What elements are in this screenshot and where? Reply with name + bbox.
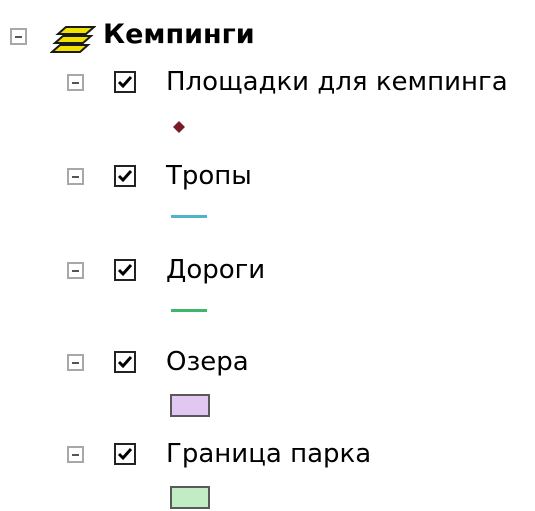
- diamond-marker-icon: [172, 120, 186, 139]
- group-collapse-button[interactable]: [10, 28, 27, 45]
- polygon-swatch-icon: [170, 486, 210, 509]
- layer-collapse-button[interactable]: [67, 262, 84, 279]
- layer-label-campsites[interactable]: Площадки для кемпинга: [166, 69, 508, 95]
- polygon-swatch-icon: [170, 394, 210, 417]
- layer-visibility-checkbox[interactable]: [114, 443, 136, 465]
- layer-visibility-checkbox[interactable]: [114, 71, 136, 93]
- layer-label-trails[interactable]: Тропы: [166, 163, 252, 189]
- layer-collapse-button[interactable]: [67, 354, 84, 371]
- layer-label-roads[interactable]: Дороги: [166, 257, 265, 283]
- line-swatch-icon: [171, 309, 207, 312]
- layer-label-park-boundary[interactable]: Граница парка: [166, 441, 371, 467]
- layer-visibility-checkbox[interactable]: [114, 259, 136, 281]
- group-title[interactable]: Кемпинги: [103, 21, 255, 48]
- layer-label-lakes[interactable]: Озера: [166, 349, 249, 375]
- layer-visibility-checkbox[interactable]: [114, 351, 136, 373]
- layer-collapse-button[interactable]: [67, 74, 84, 91]
- layers-icon: [49, 19, 97, 60]
- line-swatch-icon: [171, 215, 207, 218]
- table-of-contents: Кемпинги Площадки для кемпинга Тропы Дор…: [0, 0, 535, 511]
- layer-collapse-button[interactable]: [67, 168, 84, 185]
- layer-collapse-button[interactable]: [67, 446, 84, 463]
- layer-visibility-checkbox[interactable]: [114, 165, 136, 187]
